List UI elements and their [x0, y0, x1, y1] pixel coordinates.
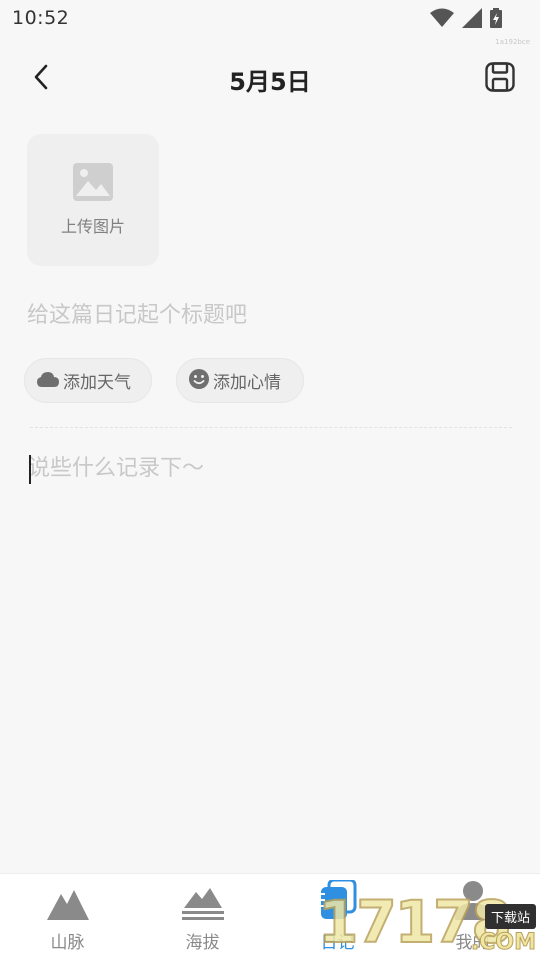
- upload-image-label: 上传图片: [60, 217, 125, 236]
- status-time: 10:52: [12, 7, 70, 29]
- status-icons: [430, 8, 502, 32]
- add-weather-button[interactable]: 添加天气: [24, 358, 152, 403]
- save-button[interactable]: [482, 61, 518, 97]
- text-caret: [29, 455, 31, 484]
- image-icon: [73, 163, 113, 205]
- upload-image-button[interactable]: 上传图片: [27, 134, 159, 266]
- tab-altitude-label: 海拔: [185, 933, 220, 953]
- build-tag: 1a192bce: [495, 38, 530, 46]
- add-mood-label: 添加心情: [213, 373, 281, 393]
- tab-diary[interactable]: 日记: [270, 874, 405, 960]
- add-mood-button[interactable]: 添加心情: [176, 358, 304, 403]
- page-title: 5月5日: [229, 68, 311, 96]
- user-icon: [453, 880, 493, 924]
- diary-content-input[interactable]: [28, 450, 512, 850]
- cloud-icon: [37, 371, 59, 391]
- divider: [30, 427, 512, 428]
- diary-icon: [318, 878, 357, 924]
- mountain-icon: [46, 888, 89, 924]
- battery-charging-icon: [490, 8, 502, 32]
- tab-diary-label: 日记: [320, 933, 355, 953]
- tab-altitude[interactable]: 海拔: [135, 874, 270, 960]
- wifi-icon: [430, 8, 454, 32]
- tab-profile-label: 我的: [455, 933, 490, 953]
- header: 5月5日: [0, 50, 540, 106]
- save-icon: [484, 61, 516, 97]
- smiley-icon: [189, 368, 209, 393]
- tab-mountains-label: 山脉: [50, 933, 85, 953]
- cell-signal-icon: [462, 8, 482, 32]
- tab-profile[interactable]: 我的: [405, 874, 540, 960]
- tab-mountains[interactable]: 山脉: [0, 874, 135, 960]
- altitude-icon: [181, 886, 224, 924]
- diary-title-input[interactable]: [27, 296, 513, 334]
- bottom-tab-bar: 山脉 海拔 日记 我的: [0, 873, 540, 960]
- add-weather-label: 添加天气: [63, 373, 131, 393]
- status-bar: 10:52: [0, 0, 540, 36]
